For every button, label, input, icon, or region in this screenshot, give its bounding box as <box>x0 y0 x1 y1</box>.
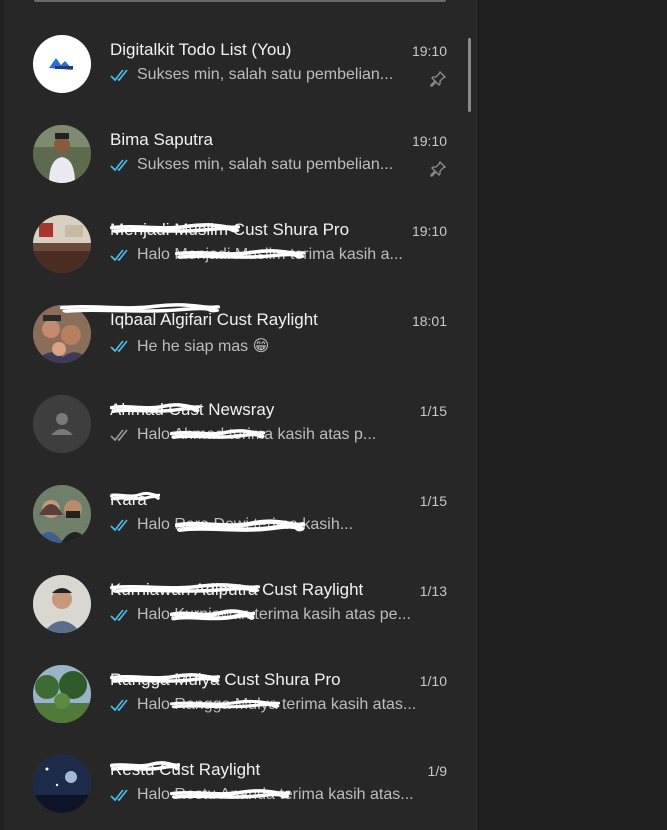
double-check-read-icon <box>110 608 132 622</box>
chat-list-item[interactable]: Rangga Mulya Cust Shura Pro 1/10 Halo Rang… <box>0 650 476 740</box>
chat-preview-text: Halo Rara Dewi terima kasih... <box>137 516 354 533</box>
chat-preview-text: Halo Menjadi Muslim terima kasih a... <box>137 246 403 263</box>
chat-timestamp: 1/13 <box>419 583 447 599</box>
pin-icon <box>429 160 447 178</box>
chat-timestamp: 1/15 <box>419 493 447 509</box>
chat-preview: Sukses min, salah satu pembelian... <box>110 66 393 84</box>
chat-preview-text: Halo Ahmad terima kasih atas p... <box>137 426 377 443</box>
chat-preview-text: He he siap mas 😁 <box>137 338 270 355</box>
double-check-read-icon <box>110 158 132 172</box>
chat-preview-text: Halo Rangga Mulya terima kasih atas... <box>137 696 417 713</box>
double-check-delivered-icon <box>110 428 132 442</box>
chat-timestamp: 1/10 <box>419 673 447 689</box>
default-avatar-icon <box>33 395 91 453</box>
chat-list-item[interactable]: Menjadi Muslim Cust Shura Pro 19:10 Halo M… <box>0 200 476 290</box>
chat-preview-text: Halo Kurniawan terima kasih atas pe... <box>137 606 411 623</box>
chat-list-item[interactable]: Bima Saputra 19:10 Sukses min, salah satu … <box>0 110 476 200</box>
contact-avatar <box>33 575 91 633</box>
chat-timestamp: 18:01 <box>411 313 447 329</box>
chat-list-item[interactable]: Digitalkit Todo List (You) 19:10 Sukses mi… <box>0 20 476 110</box>
contact-avatar <box>33 665 91 723</box>
double-check-read-icon <box>110 339 132 353</box>
contact-avatar <box>33 215 91 273</box>
conversation-pane <box>476 0 667 830</box>
double-check-read-icon <box>110 68 132 82</box>
chat-preview: Halo Rangga Mulya terima kasih atas... <box>110 696 416 714</box>
contact-avatar <box>33 755 91 813</box>
pin-icon <box>429 70 447 88</box>
whatsapp-window: Digitalkit Todo List (You) 19:10 Sukses mi… <box>0 0 667 830</box>
chat-preview-text: Halo Restu Ananda terima kasih atas... <box>137 786 414 803</box>
chat-preview: Halo Menjadi Muslim terima kasih a... <box>110 246 403 264</box>
chat-preview: Halo Ahmad terima kasih atas p... <box>110 426 376 444</box>
chat-name: Iqbaal Algifari Cust Raylight <box>110 310 318 329</box>
contact-avatar <box>33 305 91 363</box>
chat-name: Digitalkit Todo List (You) <box>110 40 292 59</box>
double-check-read-icon <box>110 518 132 532</box>
chat-list-item[interactable]: Ahmad Cust Newsray 1/15 Halo Ahmad terima … <box>0 380 476 470</box>
contact-avatar <box>33 125 91 183</box>
chat-list-item[interactable]: Iqbaal Algifari Cust Raylight 18:01 He he … <box>0 290 476 380</box>
chat-preview: Sukses min, salah satu pembelian... <box>110 156 393 174</box>
chat-preview-text: Sukses min, salah satu pembelian... <box>137 156 394 173</box>
chat-timestamp: 19:10 <box>411 43 447 59</box>
chat-list-item[interactable]: Restu Cust Raylight 1/9 Halo Restu Ananda … <box>0 740 476 830</box>
chat-name: Kurniawan Adiputra Cust Raylight <box>110 580 364 599</box>
chat-name: Bima Saputra <box>110 130 213 149</box>
chat-preview-text: Sukses min, salah satu pembelian... <box>137 66 394 83</box>
chat-timestamp: 1/9 <box>427 763 447 779</box>
chat-list-pane: Digitalkit Todo List (You) 19:10 Sukses mi… <box>0 0 476 830</box>
chat-name: Ahmad Cust Newsray <box>110 400 275 419</box>
contact-avatar <box>33 35 91 93</box>
chat-list: Digitalkit Todo List (You) 19:10 Sukses mi… <box>0 20 476 830</box>
chat-name: Rangga Mulya Cust Shura Pro <box>110 670 341 689</box>
double-check-read-icon <box>110 788 132 802</box>
chat-preview: Halo Rara Dewi terima kasih... <box>110 516 353 534</box>
chat-list-item[interactable]: Rara 1/15 Halo Rara Dewi terima kasih... <box>0 470 476 560</box>
chat-preview: Halo Restu Ananda terima kasih atas... <box>110 786 414 804</box>
chat-timestamp: 1/15 <box>419 403 447 419</box>
contact-avatar <box>33 485 91 543</box>
double-check-read-icon <box>110 248 132 262</box>
chat-name: Menjadi Muslim Cust Shura Pro <box>110 220 350 239</box>
double-check-read-icon <box>110 698 132 712</box>
chat-timestamp: 19:10 <box>411 223 447 239</box>
chat-name: Rara <box>110 490 147 509</box>
chat-name: Restu Cust Raylight <box>110 760 261 779</box>
chat-timestamp: 19:10 <box>411 133 447 149</box>
chat-preview: He he siap mas 😁 <box>110 336 269 356</box>
chat-preview: Halo Kurniawan terima kasih atas pe... <box>110 606 411 624</box>
search-box-edge[interactable] <box>34 0 446 2</box>
chat-list-item[interactable]: Kurniawan Adiputra Cust Raylight 1/13 Halo… <box>0 560 476 650</box>
